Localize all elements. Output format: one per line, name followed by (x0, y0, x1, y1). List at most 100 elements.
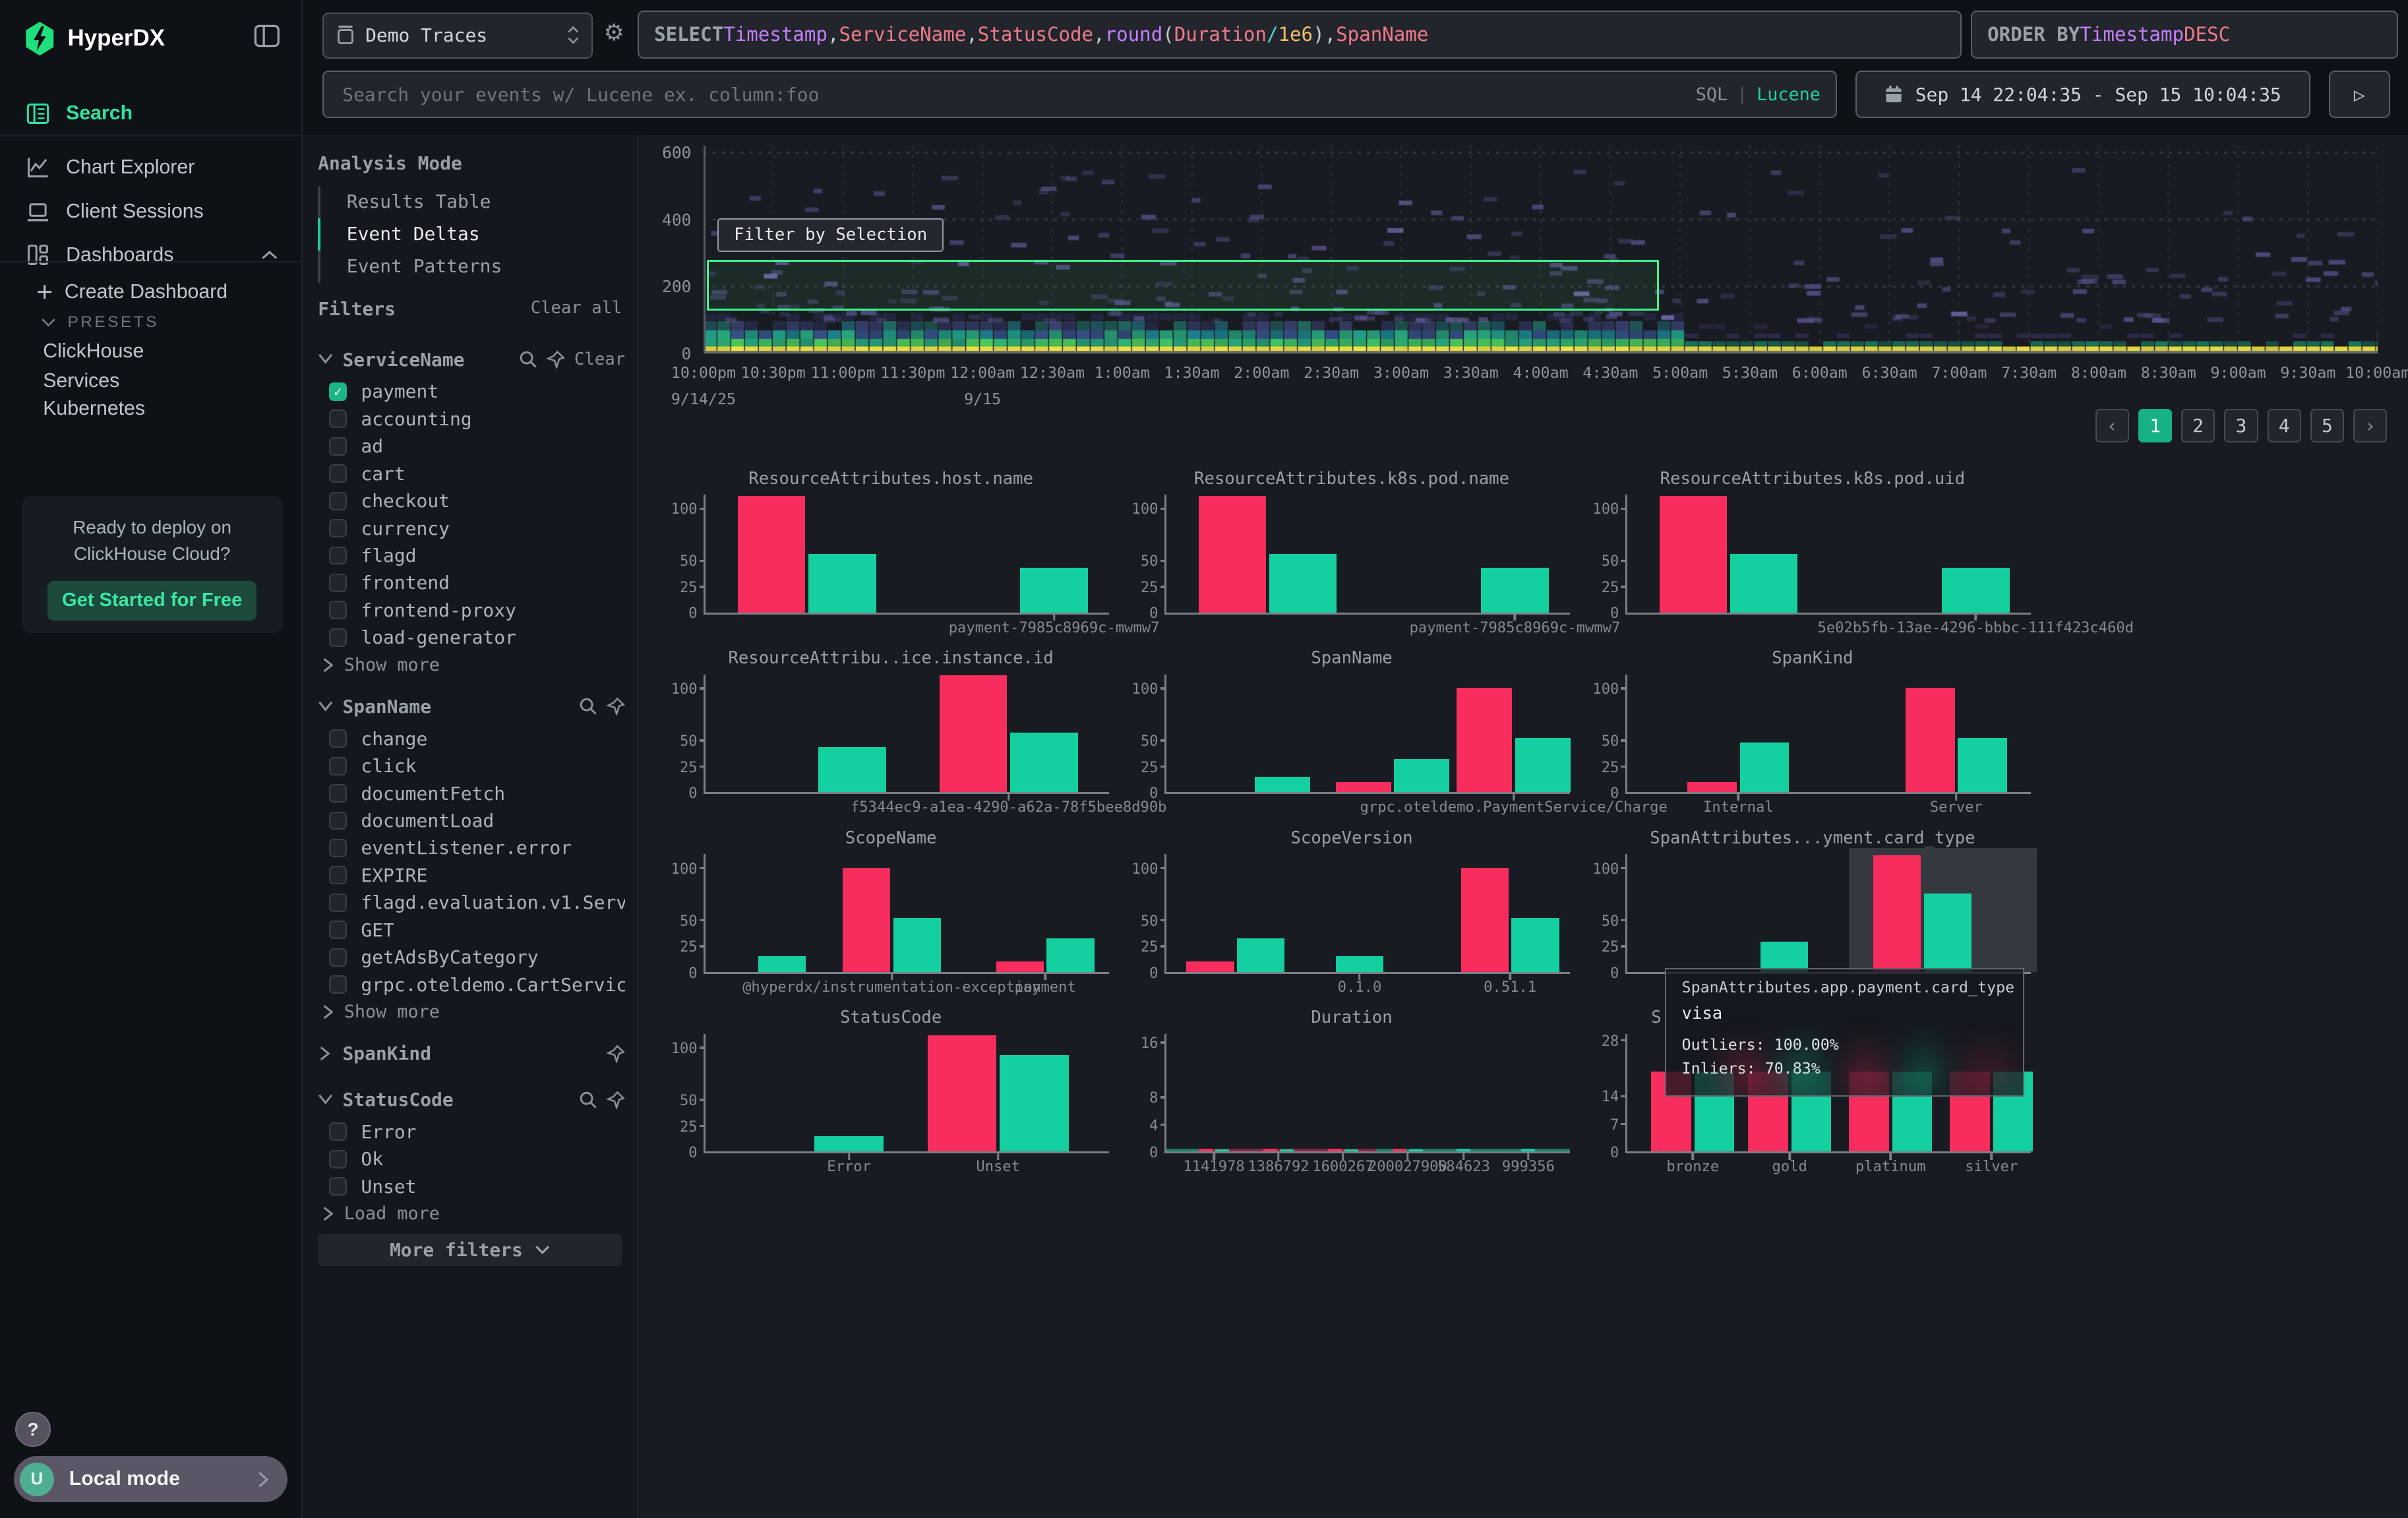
inlier-bar[interactable] (1521, 1149, 1535, 1151)
checkbox-checked[interactable]: ✓ (329, 382, 347, 401)
checkbox-unchecked[interactable] (329, 547, 347, 565)
filter-group-header-StatusCode[interactable]: StatusCode (318, 1081, 625, 1118)
inlier-bar[interactable] (1511, 918, 1559, 972)
outlier-bar[interactable] (1186, 961, 1234, 972)
inlier-bar[interactable] (1740, 743, 1790, 793)
presets-toggle[interactable]: PRESETS (0, 311, 303, 335)
outlier-bar[interactable] (1873, 855, 1921, 972)
inlier-bar[interactable] (1730, 554, 1798, 612)
outlier-bar[interactable] (1393, 1149, 1406, 1151)
bar-group[interactable] (1020, 568, 1088, 613)
inlier-bar[interactable] (1457, 1149, 1470, 1151)
bar-group[interactable] (1660, 496, 1798, 613)
pin-icon[interactable] (607, 697, 625, 715)
filter-checkbox-item[interactable]: accounting (318, 406, 625, 433)
page-button-4[interactable]: 4 (2268, 409, 2301, 442)
filter-group-header-ServiceName[interactable]: ServiceNameClear (318, 341, 625, 378)
bar-group[interactable] (738, 496, 876, 613)
time-range-picker[interactable]: Sep 14 22:04:35 - Sep 15 10:04:35 (1855, 71, 2310, 118)
checkbox-unchecked[interactable] (329, 757, 347, 775)
heatmap-selection-box[interactable] (707, 260, 1659, 311)
pin-icon[interactable] (607, 1091, 625, 1109)
inlier-bar[interactable] (1020, 568, 1088, 613)
bar-group[interactable] (814, 1136, 884, 1152)
outlier-bar[interactable] (1199, 1149, 1213, 1151)
outlier-bar[interactable] (1336, 782, 1391, 793)
order-by-input[interactable]: ORDER BY Timestamp DESC (1971, 11, 2398, 58)
checkbox-unchecked[interactable] (329, 894, 347, 912)
sidebar-item-services[interactable]: Services (0, 367, 303, 395)
bar-group[interactable] (1481, 568, 1549, 613)
inlier-bar[interactable] (758, 956, 806, 972)
checkbox-unchecked[interactable] (329, 574, 347, 592)
filter-checkbox-item[interactable]: getAdsByCategory (318, 944, 625, 971)
search-icon[interactable] (579, 697, 597, 715)
bar-group[interactable] (1521, 1149, 1535, 1151)
page-button-1[interactable]: 1 (2138, 409, 2172, 442)
checkbox-unchecked[interactable] (329, 975, 347, 994)
bar-group[interactable] (1461, 868, 1559, 972)
page-button-5[interactable]: 5 (2310, 409, 2344, 442)
checkbox-unchecked[interactable] (329, 839, 347, 857)
checkbox-unchecked[interactable] (329, 866, 347, 884)
analysis-mode-results-table[interactable]: Results Table (318, 186, 625, 218)
language-toggle[interactable]: SQL | Lucene (1696, 84, 1821, 105)
outlier-bar[interactable] (1906, 688, 1955, 792)
inlier-bar[interactable] (814, 1136, 884, 1152)
outlier-bar[interactable] (996, 961, 1044, 972)
filter-checkbox-item[interactable]: frontend-proxy (318, 597, 625, 624)
inlier-bar[interactable] (808, 554, 876, 612)
checkbox-unchecked[interactable] (329, 812, 347, 830)
outlier-bar[interactable] (1461, 868, 1509, 972)
show-more-link[interactable]: Load more (318, 1200, 625, 1228)
filter-checkbox-item[interactable]: eventListener.error (318, 834, 625, 861)
outlier-bar[interactable] (738, 496, 806, 613)
bar-group[interactable] (1199, 496, 1337, 613)
bar-group[interactable] (1263, 1149, 1294, 1151)
local-mode-button[interactable]: U Local mode (14, 1456, 287, 1502)
filter-checkbox-item[interactable]: EXPIRE (318, 862, 625, 889)
clear-all-button[interactable]: Clear all (531, 298, 622, 320)
bar-group[interactable] (1328, 1149, 1359, 1151)
checkbox-unchecked[interactable] (329, 601, 347, 619)
bar-group[interactable] (1457, 1149, 1470, 1151)
page-next-button[interactable]: › (2353, 409, 2387, 442)
checkbox-unchecked[interactable] (329, 628, 347, 647)
filter-checkbox-item[interactable]: load-generator (318, 624, 625, 651)
checkbox-unchecked[interactable] (329, 492, 347, 510)
checkbox-unchecked[interactable] (329, 921, 347, 939)
outlier-bar[interactable] (1263, 1149, 1277, 1151)
filter-clear-button[interactable]: Clear (574, 349, 625, 369)
page-button-3[interactable]: 3 (2224, 409, 2258, 442)
bar-group[interactable] (758, 956, 806, 972)
create-dashboard-button[interactable]: Create Dashboard (0, 276, 303, 307)
checkbox-unchecked[interactable] (329, 1150, 347, 1169)
bar-group[interactable] (928, 1035, 1069, 1152)
filter-checkbox-item[interactable]: flagd.evaluation.v1.Serv… (318, 889, 625, 916)
checkbox-unchecked[interactable] (329, 464, 347, 483)
bar-group[interactable] (1906, 688, 2007, 792)
filter-checkbox-item[interactable]: documentLoad (318, 807, 625, 834)
bar-group[interactable] (1186, 938, 1284, 972)
outlier-bar[interactable] (1199, 496, 1267, 613)
inlier-bar[interactable] (818, 747, 886, 792)
filter-checkbox-item[interactable]: cart (318, 460, 625, 487)
bar-group[interactable] (1199, 1149, 1230, 1151)
filter-group-header-SpanName[interactable]: SpanName (318, 688, 625, 725)
bar-group[interactable] (1336, 759, 1449, 793)
sidebar-item-kubernetes[interactable]: Kubernetes (0, 395, 303, 423)
duration-heatmap[interactable]: 6004002000 10:00pm10:30pm11:00pm11:30pm1… (704, 146, 2378, 422)
inlier-bar[interactable] (1409, 1149, 1423, 1151)
pin-icon[interactable] (607, 1045, 625, 1063)
page-button-2[interactable]: 2 (2181, 409, 2215, 442)
inlier-bar[interactable] (1215, 1149, 1229, 1151)
filter-checkbox-item[interactable]: Unset (318, 1173, 625, 1200)
inlier-bar[interactable] (1394, 759, 1449, 793)
outlier-bar[interactable] (1457, 688, 1512, 792)
sidebar-item-dashboards[interactable]: Dashboards (0, 233, 303, 276)
show-more-link[interactable]: Show more (318, 998, 625, 1026)
bar-group[interactable] (1336, 956, 1383, 972)
search-icon[interactable] (579, 1091, 597, 1109)
inlier-bar[interactable] (1010, 733, 1078, 792)
analysis-mode-event-patterns[interactable]: Event Patterns (318, 251, 625, 283)
